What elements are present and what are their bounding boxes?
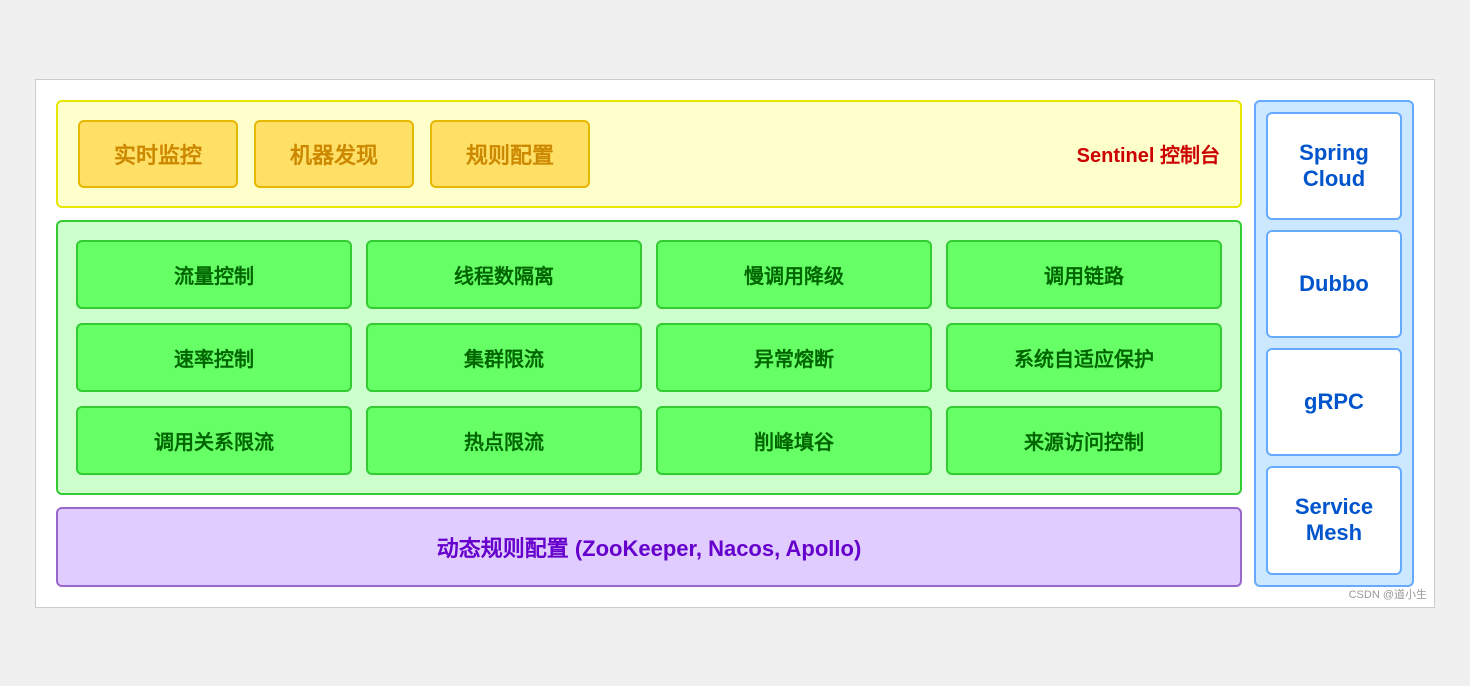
sidebar: Spring Cloud Dubbo gRPC Service Mesh <box>1254 100 1414 587</box>
diagram-container: 实时监控 机器发现 规则配置 Sentinel 控制台 流量控制 线程数隔离 慢… <box>35 79 1435 608</box>
sentinel-boxes: 实时监控 机器发现 规则配置 <box>78 120 1061 188</box>
feature-box-2: 慢调用降级 <box>656 240 932 309</box>
diagram-wrapper: 实时监控 机器发现 规则配置 Sentinel 控制台 流量控制 线程数隔离 慢… <box>35 79 1435 608</box>
feature-box-7: 系统自适应保护 <box>946 323 1222 392</box>
sentinel-label: Sentinel 控制台 <box>1077 139 1220 168</box>
feature-box-6: 异常熔断 <box>656 323 932 392</box>
watermark: CSDN @道小生 <box>1349 586 1427 602</box>
feature-box-5: 集群限流 <box>366 323 642 392</box>
sidebar-item-spring-cloud: Spring Cloud <box>1266 112 1402 220</box>
sidebar-item-dubbo: Dubbo <box>1266 230 1402 338</box>
feature-box-9: 热点限流 <box>366 406 642 475</box>
sentinel-box-2: 规则配置 <box>430 120 590 188</box>
feature-box-3: 调用链路 <box>946 240 1222 309</box>
features-section: 流量控制 线程数隔离 慢调用降级 调用链路 速率控制 集群限流 异常熔断 系统自… <box>56 220 1242 495</box>
main-area: 实时监控 机器发现 规则配置 Sentinel 控制台 流量控制 线程数隔离 慢… <box>56 100 1242 587</box>
sentinel-box-1: 机器发现 <box>254 120 414 188</box>
dynamic-section: 动态规则配置 (ZooKeeper, Nacos, Apollo) <box>56 507 1242 587</box>
sentinel-box-0: 实时监控 <box>78 120 238 188</box>
feature-box-8: 调用关系限流 <box>76 406 352 475</box>
sidebar-item-service-mesh: Service Mesh <box>1266 466 1402 574</box>
sidebar-item-grpc: gRPC <box>1266 348 1402 456</box>
sentinel-section: 实时监控 机器发现 规则配置 Sentinel 控制台 <box>56 100 1242 208</box>
feature-box-4: 速率控制 <box>76 323 352 392</box>
feature-box-10: 削峰填谷 <box>656 406 932 475</box>
feature-box-1: 线程数隔离 <box>366 240 642 309</box>
feature-box-0: 流量控制 <box>76 240 352 309</box>
feature-box-11: 来源访问控制 <box>946 406 1222 475</box>
